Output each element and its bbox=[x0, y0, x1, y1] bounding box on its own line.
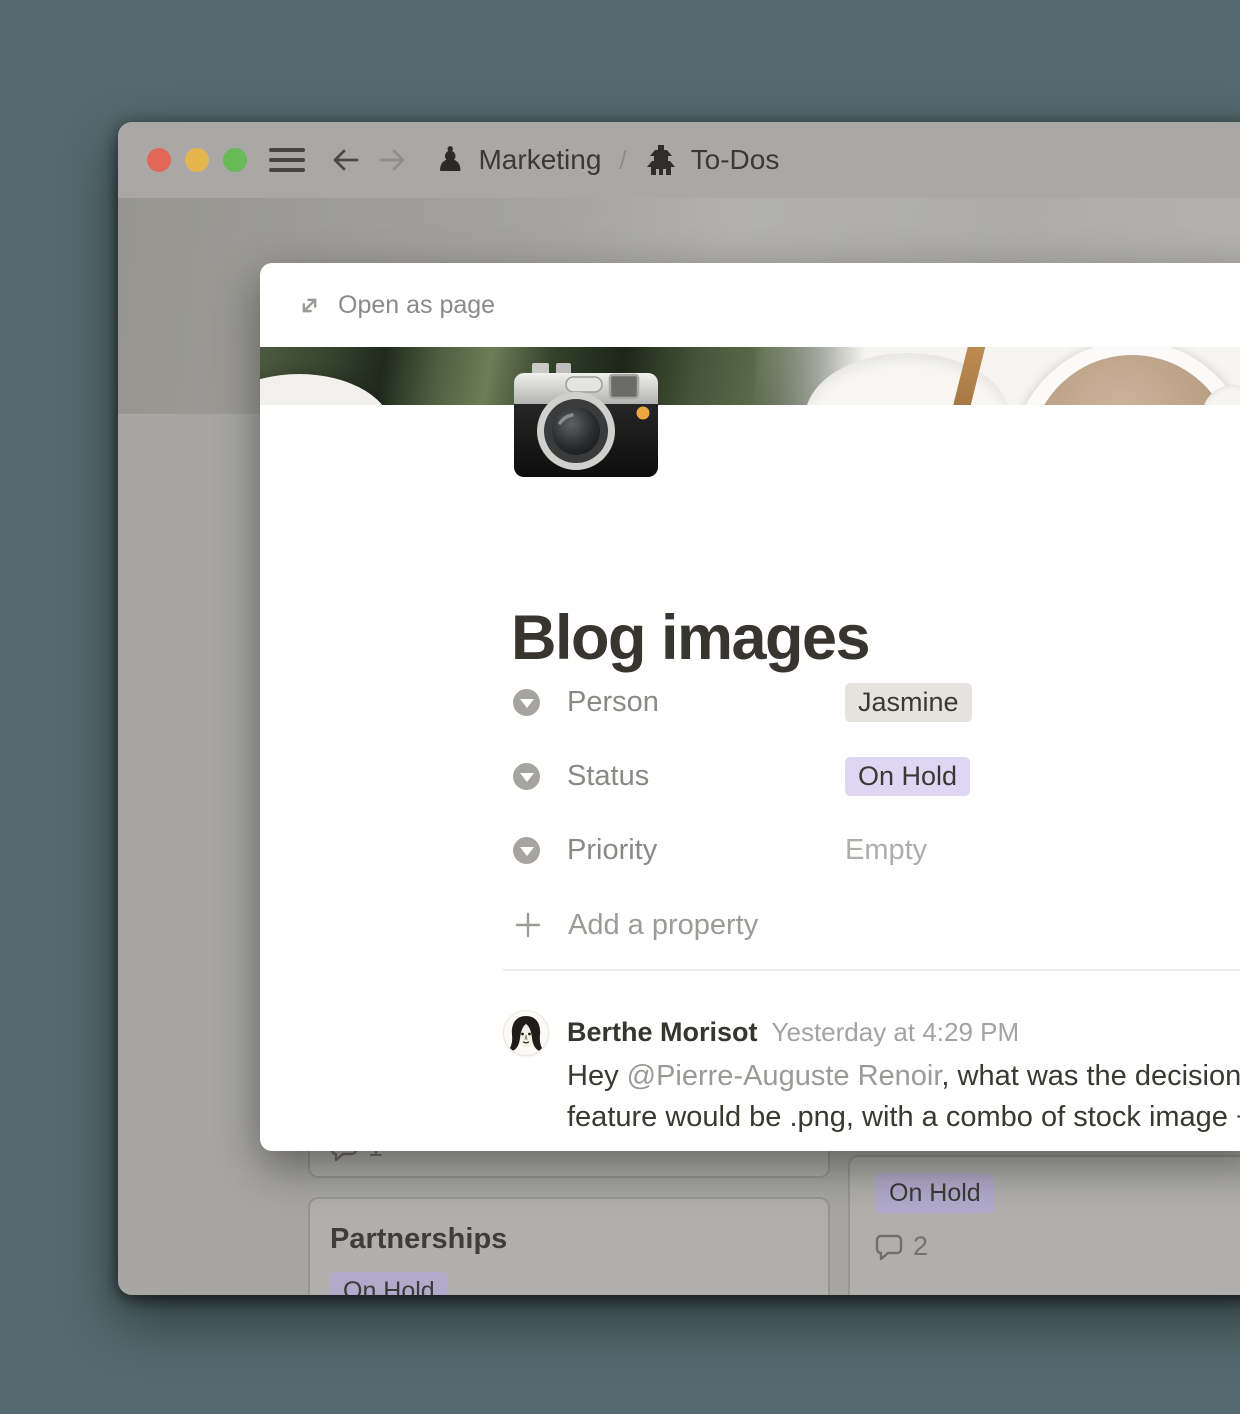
sidebar-menu-icon[interactable] bbox=[269, 148, 305, 172]
comment-text: Hey @Pierre-Auguste Renoir, what was the… bbox=[567, 1056, 1240, 1138]
plus-icon bbox=[513, 910, 543, 940]
card-comment-count: 2 bbox=[875, 1231, 928, 1262]
add-property-button[interactable]: Add a property bbox=[513, 905, 758, 945]
person-tag[interactable]: Jasmine bbox=[845, 683, 972, 722]
close-window-button[interactable] bbox=[147, 148, 171, 172]
section-divider bbox=[503, 969, 1240, 971]
page-cover-image[interactable] bbox=[260, 347, 1240, 405]
board-card-partnerships[interactable]: Partnerships On Hold bbox=[308, 1197, 830, 1295]
property-name: Status bbox=[567, 760, 845, 793]
comment-line-1: Hey @Pierre-Auguste Renoir, what was the… bbox=[567, 1056, 1240, 1097]
back-arrow-icon[interactable] bbox=[329, 144, 361, 176]
empty-value[interactable]: Empty bbox=[845, 834, 927, 867]
card-title: Partnerships bbox=[330, 1223, 507, 1256]
property-row-priority[interactable]: Priority Empty bbox=[513, 828, 927, 872]
property-name: Person bbox=[567, 686, 845, 719]
comment-timestamp: Yesterday at 4:29 PM bbox=[772, 1017, 1020, 1048]
comment-header: Berthe Morisot Yesterday at 4:29 PM bbox=[567, 1017, 1019, 1048]
add-property-label: Add a property bbox=[568, 909, 758, 942]
property-row-status[interactable]: Status On Hold bbox=[513, 754, 970, 798]
property-circle-icon bbox=[513, 837, 540, 864]
user-mention[interactable]: @Pierre-Auguste Renoir bbox=[627, 1060, 942, 1092]
page-title[interactable]: Blog images bbox=[511, 602, 869, 674]
comment-bubble-icon bbox=[875, 1233, 903, 1261]
comment-count-value: 2 bbox=[913, 1231, 928, 1262]
property-circle-icon bbox=[513, 763, 540, 790]
status-badge: On Hold bbox=[876, 1174, 994, 1213]
workspace-pawn-icon: ♟ bbox=[435, 143, 465, 177]
board-card-right[interactable]: On Hold 2 bbox=[848, 1155, 1240, 1295]
page-castle-icon bbox=[643, 143, 679, 177]
expand-icon bbox=[296, 292, 323, 319]
comment-line-2: feature would be .png, with a combo of s… bbox=[567, 1097, 1240, 1138]
status-badge: On Hold bbox=[330, 1272, 448, 1295]
camera-page-icon[interactable] bbox=[510, 361, 662, 479]
open-as-page-label: Open as page bbox=[338, 291, 495, 320]
window-titlebar: ♟ Marketing / To-Dos bbox=[118, 122, 1240, 198]
zoom-window-button[interactable] bbox=[223, 148, 247, 172]
page-peek-modal: Open as page bbox=[260, 263, 1240, 1151]
open-as-page-button[interactable]: Open as page bbox=[296, 291, 495, 320]
property-name: Priority bbox=[567, 834, 845, 867]
property-row-person[interactable]: Person Jasmine bbox=[513, 680, 972, 724]
property-circle-icon bbox=[513, 689, 540, 716]
breadcrumb-page[interactable]: To-Dos bbox=[691, 144, 780, 176]
comment-author: Berthe Morisot bbox=[567, 1017, 758, 1048]
breadcrumb-separator: / bbox=[619, 145, 626, 176]
avatar bbox=[504, 1011, 548, 1055]
status-tag[interactable]: On Hold bbox=[845, 757, 970, 796]
breadcrumb-workspace[interactable]: Marketing bbox=[478, 144, 601, 176]
avatar-illustration bbox=[504, 1011, 548, 1055]
forward-arrow-icon[interactable] bbox=[377, 144, 409, 176]
minimize-window-button[interactable] bbox=[185, 148, 209, 172]
